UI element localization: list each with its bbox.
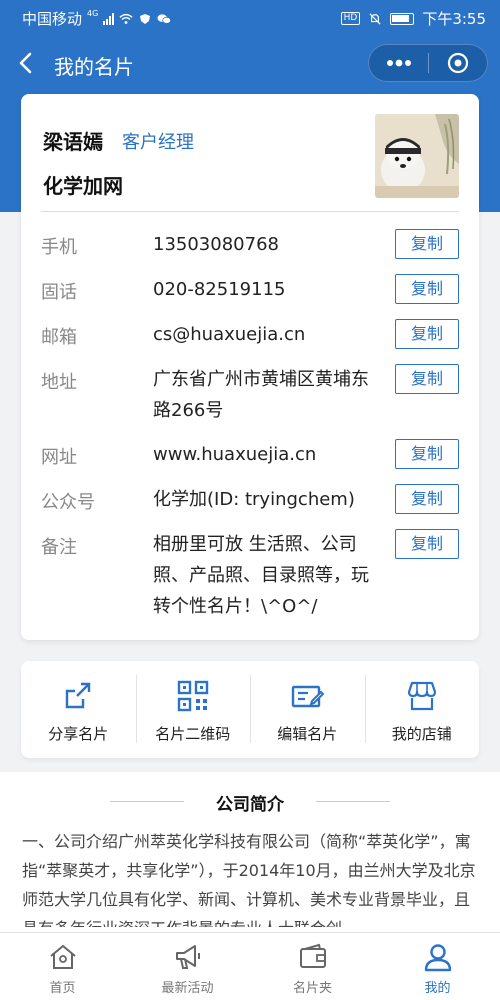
megaphone-icon xyxy=(175,945,200,969)
card-divider xyxy=(41,211,459,212)
tab-label: 名片夹 xyxy=(292,981,332,996)
tab-label: 最新活动 xyxy=(161,981,214,996)
info-value: 化学加(ID: tryingchem) xyxy=(153,489,355,510)
tab-label: 首页 xyxy=(49,981,76,996)
copy-button[interactable]: 复制 xyxy=(395,274,459,304)
card-actions: 分享名片 名片二维码 编辑名片 我的店铺 xyxy=(21,661,479,758)
more-dots-icon[interactable] xyxy=(369,45,428,81)
copy-button[interactable]: 复制 xyxy=(395,319,459,349)
wallet-icon xyxy=(299,943,326,968)
info-value: 相册里可放 生活照、公司照、产品照、目录照等，玩转个性名片！\^O^/ xyxy=(153,534,369,617)
close-target-icon[interactable] xyxy=(429,45,487,81)
back-chevron-icon[interactable] xyxy=(14,50,40,76)
info-label: 公众号 xyxy=(41,492,95,513)
copy-button[interactable]: 复制 xyxy=(395,439,459,469)
info-label: 手机 xyxy=(41,237,77,258)
action-label: 编辑名片 xyxy=(277,725,338,743)
section-title: 公司简介 xyxy=(216,795,284,815)
nav-bar: 我的名片 xyxy=(0,42,500,86)
store-icon xyxy=(407,681,436,711)
carrier-label: 中国移动 xyxy=(22,10,83,28)
status-bar: 中国移动 4G HD 下午3:55 xyxy=(0,0,500,34)
copy-button[interactable]: 复制 xyxy=(395,364,459,394)
qr-code-icon xyxy=(177,680,208,712)
signal-icon xyxy=(103,12,115,25)
edit-card-icon xyxy=(292,685,325,708)
tab-mine[interactable]: 我的 xyxy=(375,933,500,1000)
action-label: 我的店铺 xyxy=(391,725,452,743)
copy-button[interactable]: 复制 xyxy=(395,529,459,559)
my-store-button[interactable]: 我的店铺 xyxy=(364,661,480,758)
page-title: 我的名片 xyxy=(54,55,134,79)
info-label: 固话 xyxy=(41,282,77,303)
shield-icon xyxy=(140,13,151,24)
info-label: 网址 xyxy=(41,447,77,468)
tab-latest-activity[interactable]: 最新活动 xyxy=(125,933,250,1000)
wechat-icon xyxy=(157,13,172,24)
intro-text: 一、公司介绍广州萃英化学科技有限公司（简称“萃英化学”，寓指“萃聚英才，共享化学… xyxy=(22,832,476,927)
user-icon xyxy=(424,944,451,972)
tab-card-holder[interactable]: 名片夹 xyxy=(250,933,375,1000)
battery-icon xyxy=(390,12,415,25)
clock-label: 下午3:55 xyxy=(422,10,486,28)
copy-button[interactable]: 复制 xyxy=(395,484,459,514)
avatar[interactable] xyxy=(375,114,459,198)
tab-home[interactable]: 首页 xyxy=(0,933,125,1000)
info-label: 备注 xyxy=(41,537,77,558)
hd-badge: HD xyxy=(340,12,361,25)
home-icon xyxy=(49,945,76,969)
info-label: 邮箱 xyxy=(41,327,77,348)
card-name: 梁语嫣 xyxy=(43,130,103,154)
mute-bell-icon xyxy=(369,12,381,25)
info-label: 地址 xyxy=(41,372,77,393)
share-card-button[interactable]: 分享名片 xyxy=(21,661,136,758)
network-label: 4G xyxy=(87,9,99,18)
share-icon xyxy=(66,682,91,709)
info-value: 13503080768 xyxy=(153,234,279,255)
mini-program-capsule xyxy=(368,44,488,82)
info-value: 020-82519115 xyxy=(153,279,286,300)
business-card: 梁语嫣 客户经理 化学加网 手机 13503080768 复制 固话 020-8… xyxy=(21,94,479,640)
copy-button[interactable]: 复制 xyxy=(395,229,459,259)
tab-label: 我的 xyxy=(424,981,451,996)
action-label: 分享名片 xyxy=(48,725,109,743)
card-position: 客户经理 xyxy=(122,132,194,153)
card-company: 化学加网 xyxy=(43,174,123,198)
qr-code-button[interactable]: 名片二维码 xyxy=(135,661,251,758)
company-intro: 公司简介 一、公司介绍广州萃英化学科技有限公司（简称“萃英化学”，寓指“萃聚英才… xyxy=(0,772,500,932)
info-value: cs@huaxuejia.cn xyxy=(153,324,306,345)
tab-bar: 首页 最新活动 名片夹 我的 xyxy=(0,932,500,1000)
edit-card-button[interactable]: 编辑名片 xyxy=(250,661,365,758)
info-value: 广东省广州市黄埔区黄埔东路266号 xyxy=(153,369,369,421)
info-value: www.huaxuejia.cn xyxy=(153,444,317,465)
action-label: 名片二维码 xyxy=(155,725,231,743)
wifi-icon xyxy=(119,13,133,24)
